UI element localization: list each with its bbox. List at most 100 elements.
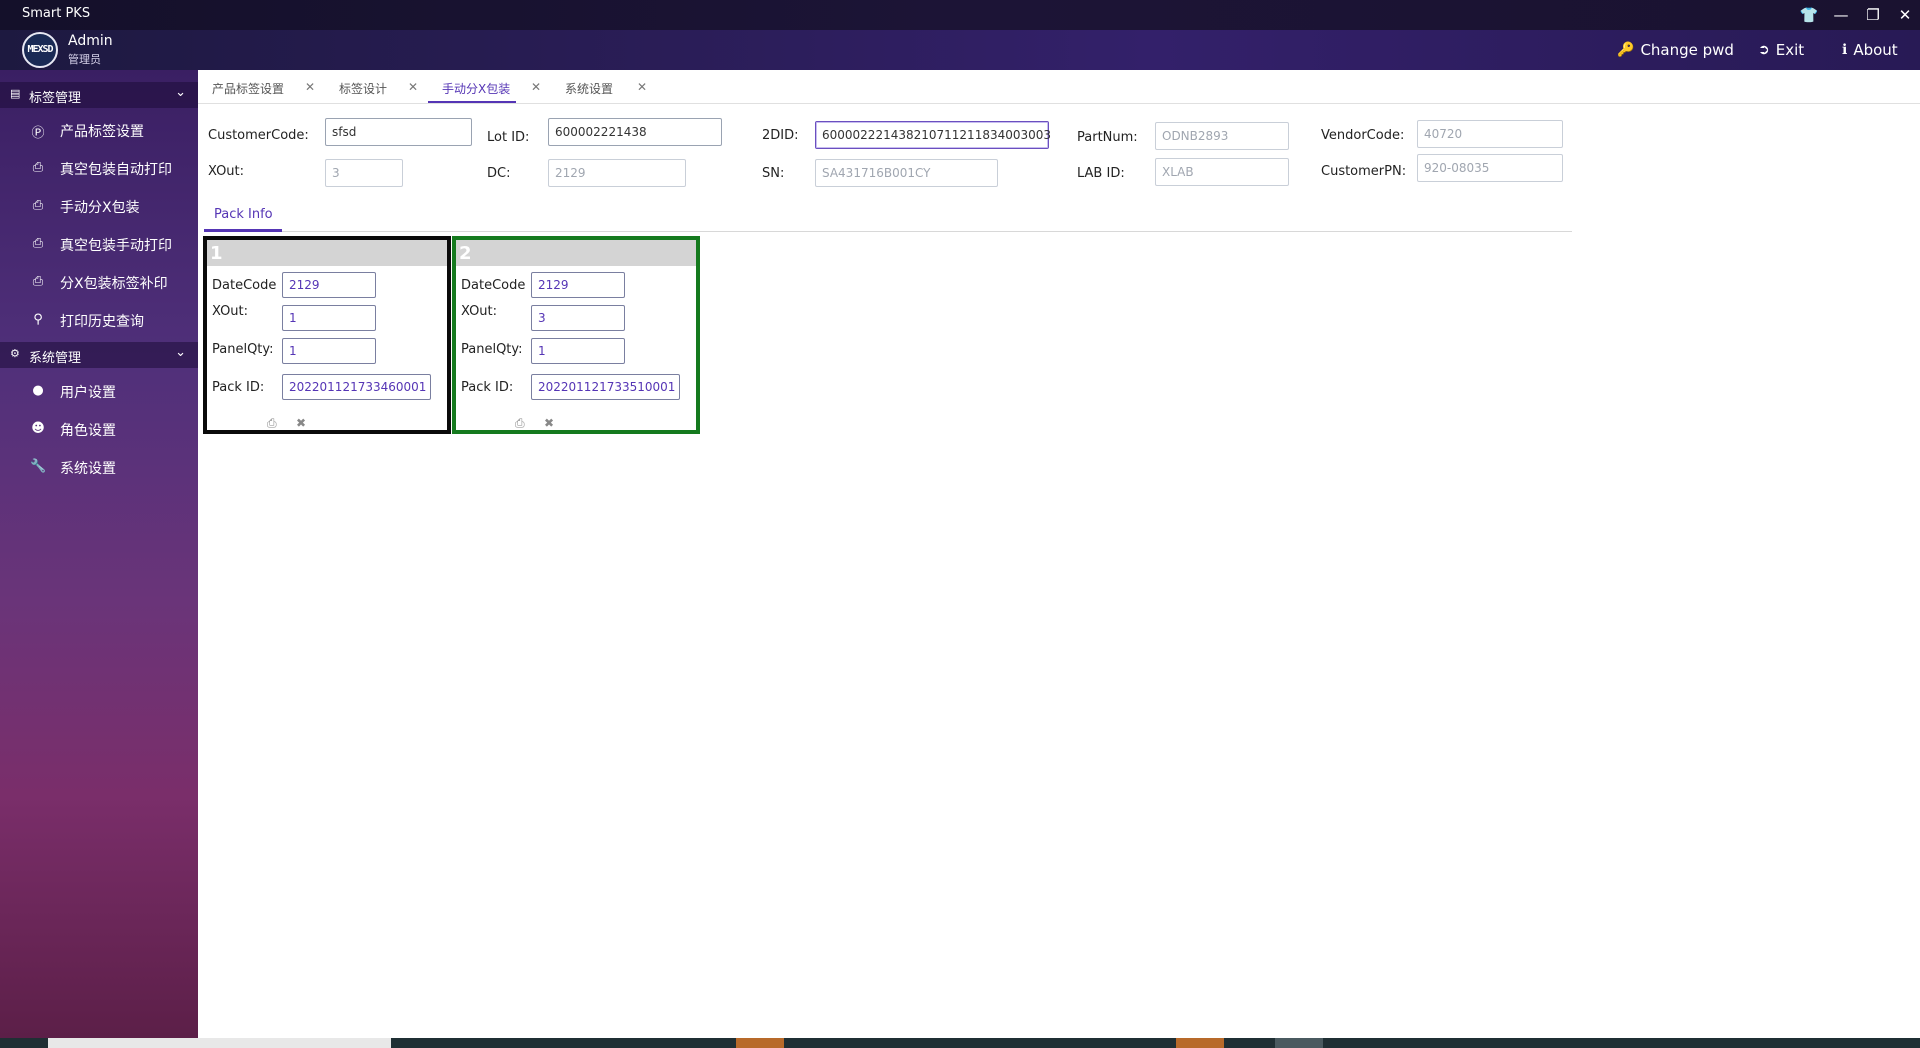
key-icon: 🔑 [1617, 42, 1635, 58]
pack-card-header: 1 [207, 240, 447, 266]
customer-code-label: CustomerCode: [208, 128, 309, 143]
date-code-input[interactable]: 2129 [282, 272, 376, 298]
dc-label: DC: [487, 166, 511, 181]
taskbar [0, 1038, 1920, 1048]
printer-icon: ⎙ [32, 198, 44, 213]
change-pwd-button[interactable]: 🔑 Change pwd [1617, 41, 1734, 59]
lab-id-input[interactable]: XLAB [1155, 158, 1289, 186]
sidebar-group-system-management[interactable]: ⚙ 系统管理 ⌄ [0, 342, 198, 368]
tab-label: 产品标签设置 [212, 82, 285, 96]
sidebar-group-label-management[interactable]: ▤ 标签管理 ⌄ [0, 82, 198, 108]
vendor-code-label: VendorCode: [1321, 128, 1405, 143]
sidebar-item-vacuum-manual-print[interactable]: ⎙ 真空包装手动打印 [0, 229, 198, 259]
customer-code-input[interactable]: sfsd [325, 118, 472, 146]
tab-system-settings[interactable]: 系统设置 ✕ [565, 80, 647, 97]
about-label: About [1853, 41, 1898, 59]
active-subtab-indicator [204, 229, 282, 232]
sidebar-item-label: 系统设置 [60, 461, 116, 477]
sidebar-item-product-label-settings[interactable]: Ⓟ 产品标签设置 [0, 115, 198, 145]
tab-label-design[interactable]: 标签设计 ✕ [339, 80, 418, 97]
customer-pn-label: CustomerPN: [1321, 164, 1407, 179]
sidebar-item-label: 真空包装自动打印 [60, 162, 172, 178]
tab-product-label-settings[interactable]: 产品标签设置 ✕ [212, 80, 315, 97]
pack-id-label: Pack ID: [212, 380, 265, 395]
close-icon[interactable]: ✕ [408, 80, 418, 94]
user-icon: ● [32, 383, 44, 398]
sidebar-item-x-pack-reprint[interactable]: ⎙ 分X包装标签补印 [0, 267, 198, 297]
exit-button[interactable]: ➲ Exit [1758, 41, 1804, 59]
taskbar-app[interactable] [1176, 1038, 1224, 1048]
change-pwd-label: Change pwd [1640, 41, 1734, 59]
app-title: Smart PKS [22, 6, 91, 21]
sidebar-item-manual-x-pack[interactable]: ⎙ 手动分X包装 [0, 191, 198, 221]
sidebar-item-vacuum-auto-print[interactable]: ⎙ 真空包装自动打印 [0, 153, 198, 183]
printer-icon[interactable]: ⎙ [267, 416, 277, 431]
xout-input[interactable]: 3 [531, 305, 625, 331]
xout-input[interactable]: 3 [325, 159, 403, 187]
printer-icon[interactable]: ⎙ [515, 416, 525, 431]
list-icon: ▤ [10, 87, 21, 100]
p-circle-icon: Ⓟ [31, 126, 45, 141]
sidebar-group-label: 标签管理 [29, 91, 82, 106]
dc-input[interactable]: 2129 [548, 159, 686, 187]
sn-input[interactable]: SA431716B001CY [815, 159, 998, 187]
shirt-icon[interactable]: 👕 [1794, 4, 1824, 26]
tab-label: 手动分X包装 [442, 82, 511, 96]
sidebar-item-label: 产品标签设置 [60, 124, 144, 140]
pack-card-number: 1 [210, 243, 223, 264]
pack-id-input[interactable]: 202201121733510001 [531, 374, 680, 400]
info-icon: ℹ [1842, 42, 1848, 58]
part-num-input[interactable]: ODNB2893 [1155, 122, 1289, 150]
tab-label: 标签设计 [339, 82, 388, 96]
taskbar-app[interactable] [736, 1038, 784, 1048]
sidebar-group-label: 系统管理 [29, 351, 82, 366]
taskbar-search[interactable] [48, 1038, 391, 1048]
sidebar-item-label: 角色设置 [60, 423, 116, 439]
lot-id-label: Lot ID: [487, 130, 530, 145]
sidebar-item-user-settings[interactable]: ● 用户设置 [0, 376, 198, 406]
tab-manual-x-pack[interactable]: 手动分X包装 ✕ [442, 80, 541, 97]
sidebar-item-label: 用户设置 [60, 385, 116, 401]
user-role: 管理员 [68, 53, 101, 66]
panel-qty-label: PanelQty: [461, 342, 523, 357]
wrench-icon: 🔧 [30, 459, 47, 474]
sidebar-item-system-settings[interactable]: 🔧 系统设置 [0, 452, 198, 482]
taskbar-app[interactable] [1275, 1038, 1323, 1048]
tab-label: 系统设置 [565, 82, 614, 96]
date-code-input[interactable]: 2129 [531, 272, 625, 298]
pack-card-header: 2 [456, 240, 696, 266]
vendor-code-input[interactable]: 40720 [1417, 120, 1563, 148]
xout-input[interactable]: 1 [282, 305, 376, 331]
close-icon[interactable]: ✕ [637, 80, 647, 94]
sidebar-item-print-history[interactable]: ⚲ 打印历史查询 [0, 305, 198, 335]
sidebar-item-label: 真空包装手动打印 [60, 238, 172, 254]
two-did-input[interactable]: 600002221438210711211834003003 [815, 121, 1051, 149]
user-name: Admin [68, 33, 113, 49]
minimize-icon[interactable]: — [1826, 4, 1856, 26]
exit-icon: ➲ [1758, 42, 1770, 58]
close-icon[interactable]: ✖ [296, 416, 306, 430]
pack-id-input[interactable]: 202201121733460001 [282, 374, 431, 400]
customer-pn-input[interactable]: 920-08035 [1417, 154, 1563, 182]
company-logo: MEXSD [22, 32, 58, 68]
pack-card: 2 DateCode 2129 XOut: 3 PanelQty: 1 Pack… [452, 236, 700, 434]
pack-card-number: 2 [459, 243, 472, 264]
about-button[interactable]: ℹ About [1842, 41, 1898, 59]
date-code-label: DateCode [212, 278, 277, 293]
close-icon[interactable]: ✕ [1890, 4, 1920, 26]
close-icon[interactable]: ✖ [544, 416, 554, 430]
window-titlebar: Smart PKS 👕 — ❐ ✕ [0, 0, 1920, 30]
restore-icon[interactable]: ❐ [1858, 4, 1888, 26]
close-icon[interactable]: ✕ [305, 80, 315, 94]
pack-id-label: Pack ID: [461, 380, 514, 395]
panel-qty-input[interactable]: 1 [531, 338, 625, 364]
lot-id-input[interactable]: 600002221438 [548, 118, 722, 146]
chevron-down-icon: ⌄ [175, 85, 186, 100]
users-icon: ☻ [31, 421, 45, 436]
close-icon[interactable]: ✕ [531, 80, 541, 94]
sidebar-item-role-settings[interactable]: ☻ 角色设置 [0, 414, 198, 444]
panel-qty-label: PanelQty: [212, 342, 274, 357]
printer-icon: ⎙ [32, 274, 44, 289]
panel-qty-input[interactable]: 1 [282, 338, 376, 364]
tab-pack-info[interactable]: Pack Info [214, 207, 273, 222]
